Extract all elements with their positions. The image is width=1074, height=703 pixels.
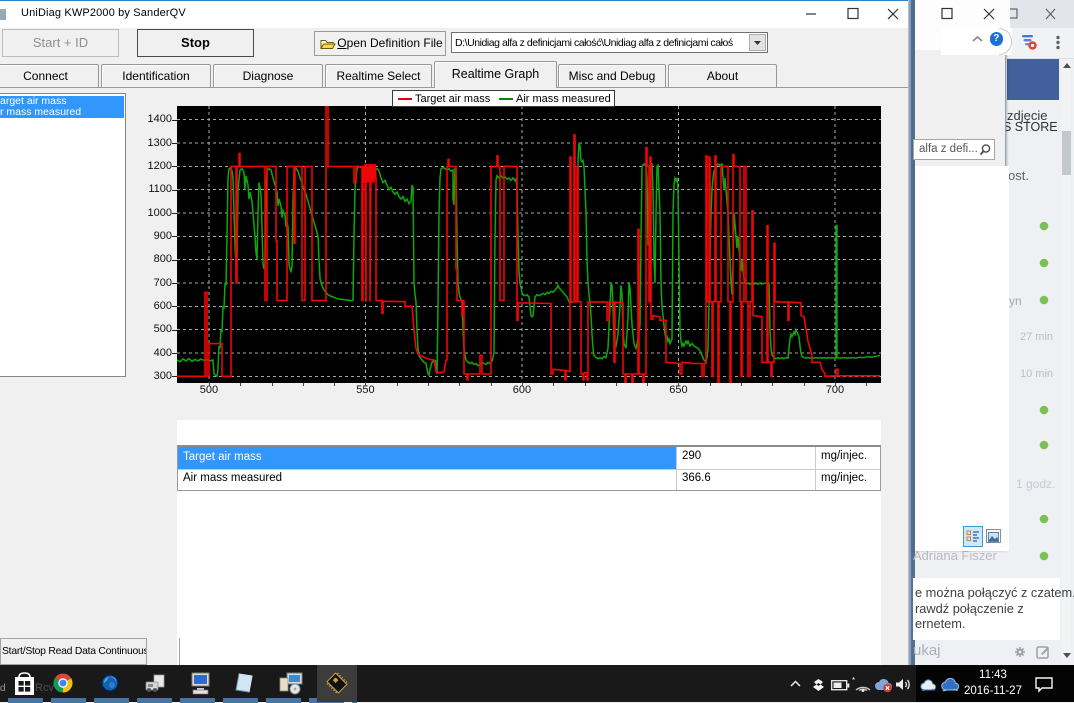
svg-text:*: * bbox=[852, 677, 855, 685]
